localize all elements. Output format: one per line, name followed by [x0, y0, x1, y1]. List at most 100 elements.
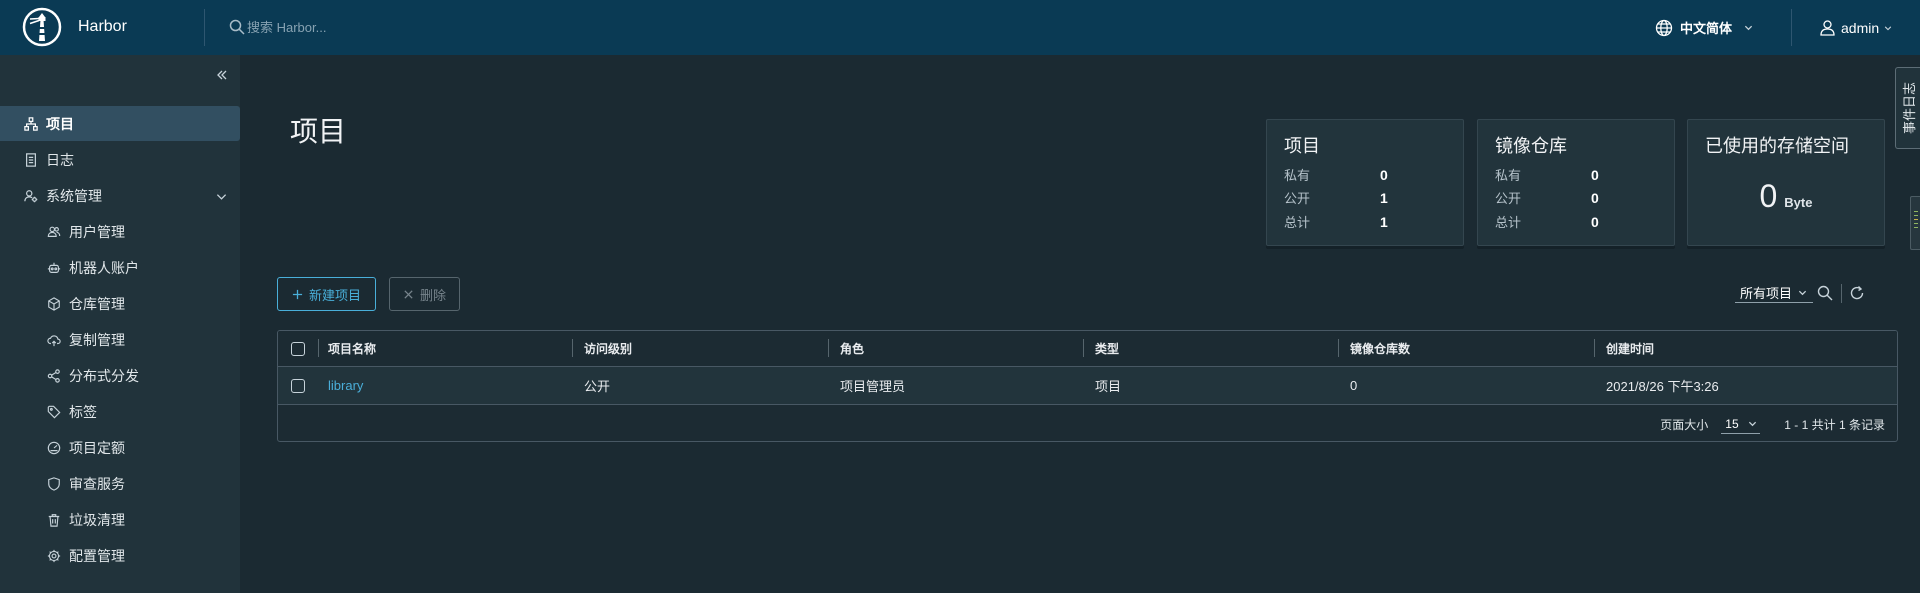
- event-log-label: 事件日志: [1901, 81, 1917, 134]
- column-header-type[interactable]: 类型: [1083, 339, 1338, 357]
- project-name-link[interactable]: library: [328, 378, 363, 393]
- page-size-label: 页面大小: [1660, 417, 1709, 432]
- column-header-access[interactable]: 访问级别: [572, 339, 828, 357]
- handle-stripe: [1914, 215, 1918, 216]
- sidebar-item-users[interactable]: 用户管理: [0, 214, 240, 250]
- storage-unit: Byte: [1784, 195, 1813, 210]
- delete-label: 删除: [419, 287, 446, 303]
- summary-value: 0: [1591, 189, 1599, 206]
- globe-icon: [1655, 19, 1673, 37]
- sidebar-item-garbage-collection[interactable]: 垃圾清理: [0, 502, 240, 538]
- summary-label: 公开: [1495, 191, 1522, 206]
- storage-value: 0: [1759, 178, 1778, 214]
- projects-datagrid: 项目名称 访问级别 角色 类型 镜像仓库数 创建时间 library 公开 项目…: [277, 330, 1898, 442]
- harbor-logo-icon[interactable]: [22, 7, 62, 47]
- sidebar-item-replications[interactable]: 复制管理: [0, 322, 240, 358]
- summary-label: 私有: [1284, 168, 1311, 183]
- row-select-cell: [278, 378, 318, 393]
- sidebar-item-label: 复制管理: [69, 332, 125, 348]
- projects-summary-card: 项目 私有 0 公开 1 总计 1: [1266, 119, 1464, 246]
- sidebar-item-system-admin[interactable]: 系统管理: [0, 178, 240, 214]
- chevron-down-icon[interactable]: [216, 191, 227, 202]
- summary-row: 总计 0: [1495, 210, 1599, 233]
- handle-stripe: [1914, 211, 1918, 212]
- new-project-label: 新建项目: [308, 287, 361, 303]
- refresh-icon[interactable]: [1849, 285, 1865, 301]
- search-icon: [229, 19, 245, 35]
- chevron-down-icon: [1748, 419, 1757, 428]
- sidebar-item-label: 审查服务: [69, 476, 125, 492]
- table-footer: 页面大小 15 1 - 1 共计 1 条记录: [278, 405, 1897, 441]
- page-title: 项目: [290, 116, 347, 147]
- sidebar-item-label: 系统管理: [46, 188, 102, 204]
- quota-icon: [47, 441, 61, 455]
- card-title: 镜像仓库: [1495, 136, 1567, 156]
- sidebar-item-label: 用户管理: [69, 224, 125, 240]
- collapse-sidebar-button[interactable]: [215, 68, 229, 82]
- handle-stripe: [1914, 223, 1918, 224]
- summary-label: 总计: [1284, 215, 1311, 230]
- header-divider: [204, 9, 205, 46]
- storage-summary-card: 已使用的存储空间 0 Byte: [1687, 119, 1885, 246]
- event-log-tab[interactable]: 事件日志: [1895, 67, 1920, 149]
- sidebar-item-label: 项目定额: [69, 440, 125, 456]
- sidebar-item-registries[interactable]: 仓库管理: [0, 286, 240, 322]
- robot-icon: [47, 261, 61, 275]
- summary-value: 0: [1380, 166, 1388, 183]
- column-header-role[interactable]: 角色: [828, 339, 1083, 357]
- summary-row: 公开 0: [1495, 186, 1599, 209]
- chevron-down-icon: [1884, 24, 1892, 32]
- page-size-select[interactable]: 15: [1721, 414, 1761, 434]
- system-admin-icon: [24, 189, 38, 203]
- column-header-repo-count[interactable]: 镜像仓库数: [1338, 339, 1594, 357]
- summary-label: 私有: [1495, 168, 1522, 183]
- sidebar-item-configuration[interactable]: 配置管理: [0, 538, 240, 574]
- distribution-icon: [47, 369, 61, 383]
- row-checkbox[interactable]: [291, 378, 305, 393]
- sidebar-item-logs[interactable]: 日志: [0, 142, 240, 178]
- sidebar-item-label: 垃圾清理: [69, 512, 125, 528]
- user-menu[interactable]: admin: [1819, 0, 1892, 55]
- side-panel-handle[interactable]: [1910, 196, 1920, 250]
- app-name[interactable]: Harbor: [78, 0, 127, 53]
- project-filter-select[interactable]: 所有项目: [1735, 283, 1813, 303]
- close-icon: [404, 289, 413, 299]
- summary-value: 1: [1380, 189, 1388, 206]
- sidebar-item-labels[interactable]: 标签: [0, 394, 240, 430]
- repo-count-cell: 0: [1350, 378, 1358, 393]
- storage-used: 0 Byte: [1688, 178, 1884, 215]
- summary-row: 公开 1: [1284, 186, 1388, 209]
- summary-label: 总计: [1495, 215, 1522, 230]
- column-header-created[interactable]: 创建时间: [1594, 339, 1897, 357]
- sidebar-item-project-quotas[interactable]: 项目定额: [0, 430, 240, 466]
- sidebar-item-robot-accounts[interactable]: 机器人账户: [0, 250, 240, 286]
- summary-value: 0: [1591, 213, 1599, 230]
- user-icon: [1819, 19, 1836, 36]
- sidebar-item-projects[interactable]: 项目: [0, 106, 240, 141]
- sidebar-item-distributions[interactable]: 分布式分发: [0, 358, 240, 394]
- select-all-checkbox[interactable]: [291, 341, 305, 356]
- replication-icon: [47, 333, 61, 347]
- top-header: Harbor 中文简体 admin: [0, 0, 1920, 55]
- sidebar-item-interrogation-services[interactable]: 审查服务: [0, 466, 240, 502]
- plus-icon: [292, 289, 303, 299]
- toolbar-divider: [1841, 284, 1842, 303]
- summary-row: 总计 1: [1284, 210, 1388, 233]
- sidebar-item-label: 项目: [46, 115, 74, 132]
- double-chevron-left-icon: [217, 70, 227, 80]
- summary-row: 私有 0: [1495, 163, 1599, 186]
- tag-icon: [47, 405, 61, 419]
- new-project-button[interactable]: 新建项目: [277, 277, 376, 311]
- handle-stripe: [1914, 227, 1918, 228]
- global-search-input[interactable]: [247, 17, 567, 38]
- column-header-name[interactable]: 项目名称: [318, 339, 572, 357]
- language-selector[interactable]: 中文简体: [1655, 0, 1753, 55]
- logs-icon: [24, 153, 38, 167]
- project-name-cell: library: [318, 378, 572, 393]
- sidebar-item-label: 配置管理: [69, 548, 125, 564]
- card-title: 项目: [1284, 136, 1320, 156]
- role-cell: 项目管理员: [840, 379, 906, 394]
- search-icon[interactable]: [1817, 285, 1833, 301]
- access-level-cell: 公开: [584, 379, 611, 394]
- delete-button[interactable]: 删除: [389, 277, 460, 311]
